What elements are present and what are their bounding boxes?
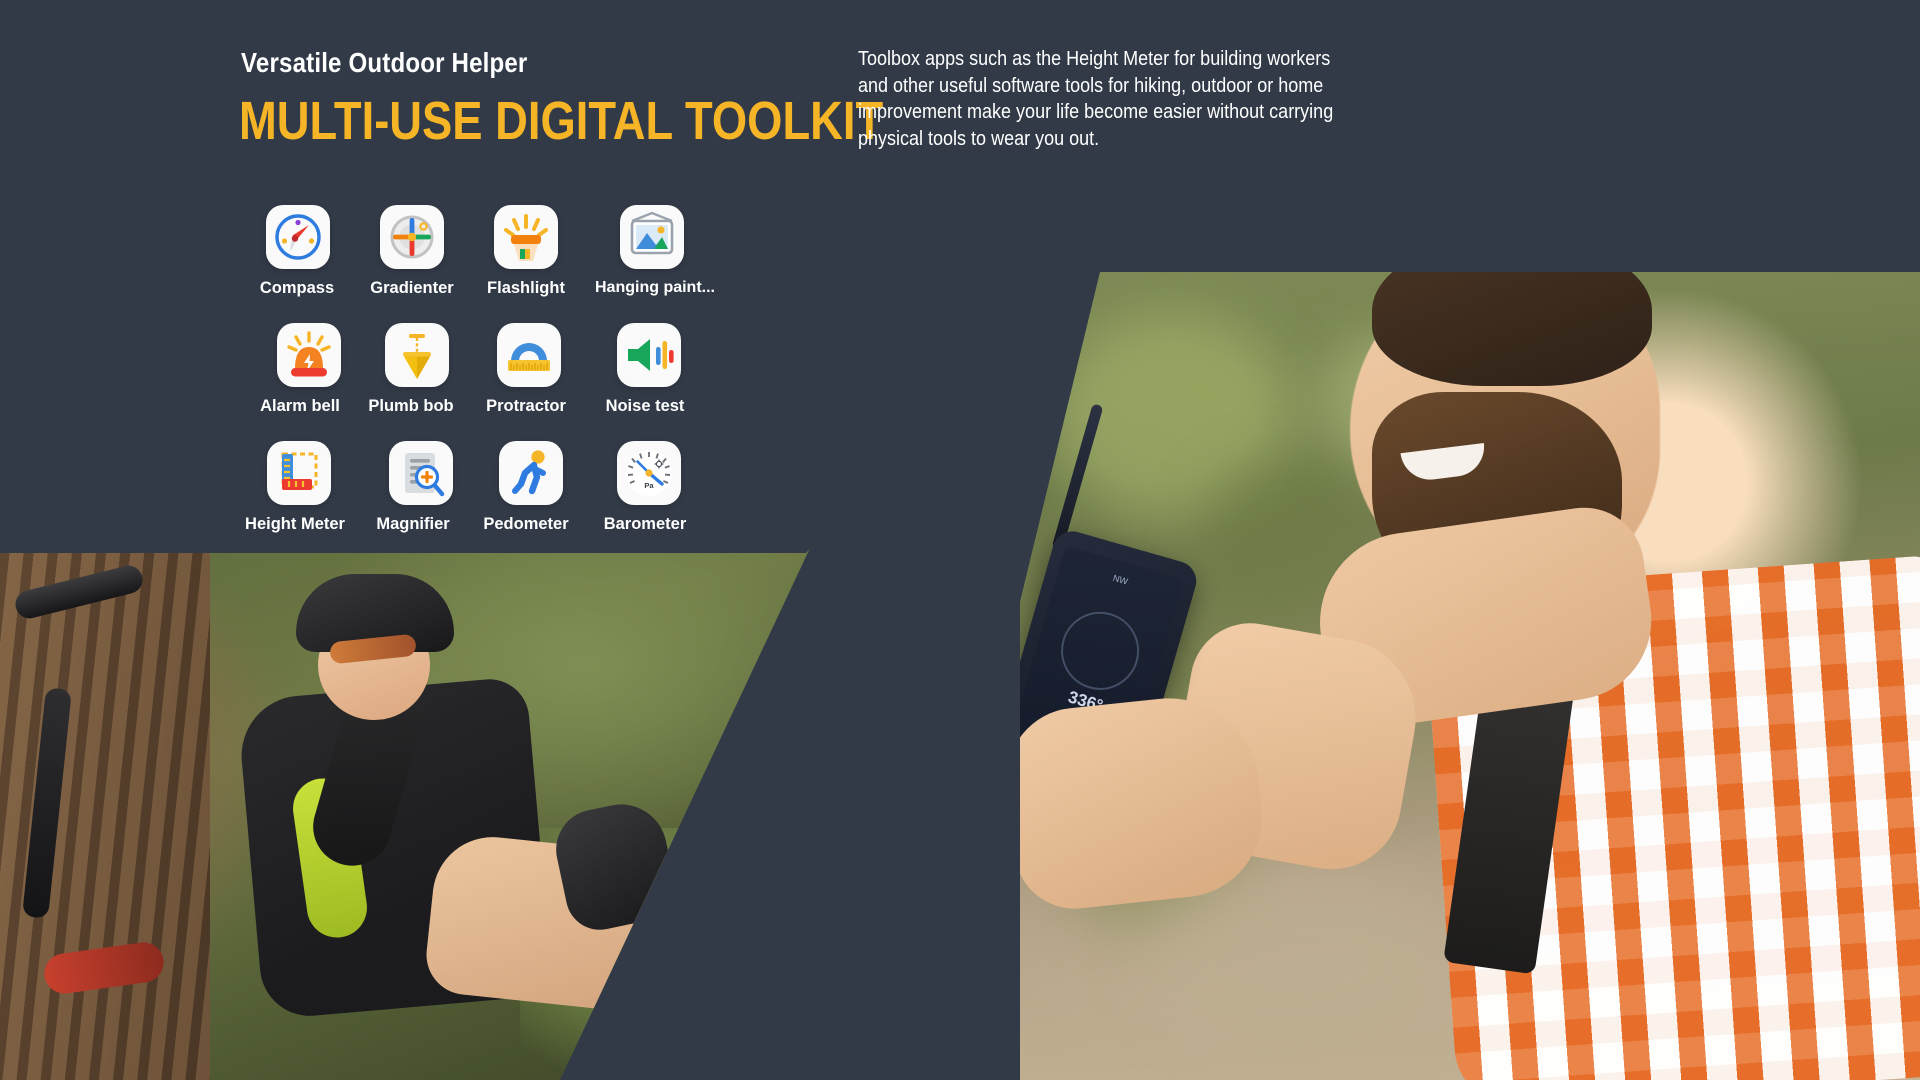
app-item-compass[interactable]: Compass <box>241 205 355 323</box>
hanging-painting-icon[interactable] <box>620 205 684 269</box>
app-label: Height Meter <box>245 515 345 533</box>
app-label: Alarm bell <box>260 397 340 415</box>
barometer-icon[interactable]: Pa <box>617 441 681 505</box>
gradienter-icon[interactable] <box>380 205 444 269</box>
app-label: Flashlight <box>487 279 565 297</box>
app-item-hanging-painting[interactable]: Hanging paint... <box>595 205 715 323</box>
alarm-bell-icon[interactable] <box>277 323 341 387</box>
app-item-flashlight[interactable]: Flashlight <box>469 205 583 323</box>
app-item-alarm-bell[interactable]: Alarm bell <box>241 323 355 441</box>
app-label: Barometer <box>603 515 687 533</box>
device-compass-dial <box>1051 602 1149 699</box>
background-path-blur <box>1140 872 1440 1052</box>
pedometer-icon[interactable] <box>499 441 563 505</box>
app-icon-grid: Compass Gradienter Flashlight Hanging pa… <box>241 205 715 559</box>
app-item-protractor[interactable]: Protractor <box>469 323 583 441</box>
app-item-noise-test[interactable]: Noise test <box>583 323 697 441</box>
app-label: Pedometer <box>483 515 569 533</box>
app-label: Noise test <box>605 397 685 415</box>
magnifier-icon[interactable] <box>389 441 453 505</box>
barometer-unit-label: Pa <box>644 481 654 490</box>
app-label: Plumb bob <box>368 397 454 415</box>
compass-icon[interactable] <box>266 205 330 269</box>
app-label: Hanging paint... <box>595 279 715 296</box>
flashlight-icon[interactable] <box>494 205 558 269</box>
app-item-height-meter[interactable]: Height Meter <box>241 441 355 559</box>
noise-test-icon[interactable] <box>617 323 681 387</box>
app-item-pedometer[interactable]: Pedometer <box>469 441 583 559</box>
photo-cyclist-resting <box>0 548 810 1080</box>
kicker-text: Versatile Outdoor Helper <box>241 47 528 78</box>
page-title: MULTI-USE DIGITAL TOOLKIT <box>239 91 884 151</box>
device-direction-label: NW <box>1111 572 1130 587</box>
intro-paragraph: Toolbox apps such as the Height Meter fo… <box>858 48 1334 150</box>
app-label: Gradienter <box>370 279 454 297</box>
app-label: Protractor <box>486 397 566 415</box>
app-item-gradienter[interactable]: Gradienter <box>355 205 469 323</box>
plumb-bob-icon[interactable] <box>385 323 449 387</box>
height-meter-icon[interactable] <box>267 441 331 505</box>
app-item-plumb-bob[interactable]: Plumb bob <box>355 323 469 441</box>
promo-banner: NW 336° Versatile Outdoor Helper MULTI-U… <box>0 0 1920 1080</box>
protractor-icon[interactable] <box>497 323 561 387</box>
photo-man-with-device: NW 336° <box>1020 272 1920 1080</box>
app-label: Magnifier <box>376 515 450 533</box>
app-item-barometer[interactable]: Pa Barometer <box>583 441 697 559</box>
man-hair <box>1372 272 1652 386</box>
app-label: Compass <box>259 279 335 297</box>
tree-trunk <box>0 548 210 1080</box>
app-item-magnifier[interactable]: Magnifier <box>355 441 469 559</box>
